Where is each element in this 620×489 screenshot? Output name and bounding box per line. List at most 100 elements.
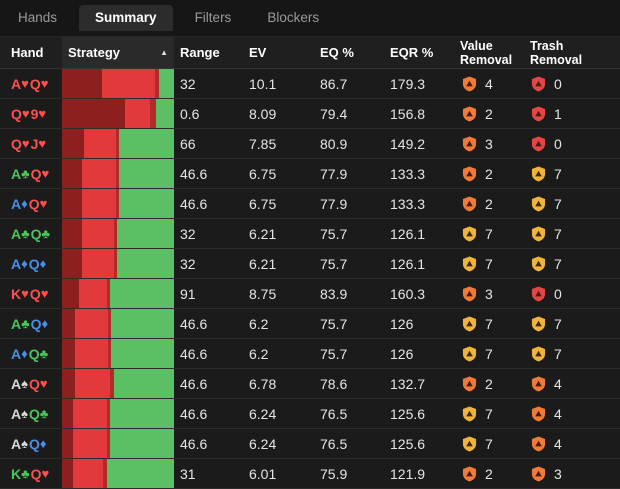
table-row[interactable]: A ♣ Q ♣ 32 6.21 75.7 126.1 7 7 [0,219,620,249]
heart-suit-icon: ♥ [21,286,29,301]
spade-suit-icon: ♠ [21,376,29,391]
shield-icon [531,226,554,242]
hand-cell: A ♦ Q ♥ [11,189,48,218]
table-row[interactable]: A ♠ Q ♣ 46.6 6.24 76.5 125.6 7 4 [0,399,620,429]
card-rank: A [11,405,22,422]
strategy-bar [62,429,174,458]
eq-cell: 75.7 [320,255,348,272]
strategy-bar [62,249,174,278]
trash-removal-cell-value: 0 [554,75,562,92]
diamond-suit-icon: ♦ [39,256,47,271]
shield-icon [531,406,554,422]
heart-suit-icon: ♥ [40,286,49,301]
header-ev[interactable]: EV [249,37,266,68]
table-row[interactable]: A ♦ Q ♣ 46.6 6.2 75.7 126 7 7 [0,339,620,369]
range-cell: 32 [180,255,196,272]
range-cell: 46.6 [180,345,208,362]
hand-cell: A ♣ Q ♣ [11,219,51,248]
sort-ascending-icon: ▲ [160,48,168,57]
table-row[interactable]: A ♥ Q ♥ 32 10.1 86.7 179.3 4 0 [0,69,620,99]
strategy-segment-large-bet [62,99,125,128]
strategy-segment-check [111,309,174,338]
value-removal-cell: 4 [462,69,493,98]
diamond-suit-icon: ♦ [21,196,28,211]
strategy-bar [62,69,174,98]
table-row[interactable]: Q ♥ J ♥ 66 7.85 80.9 149.2 3 0 [0,129,620,159]
value-removal-cell-value: 4 [485,75,493,92]
table-row[interactable]: K ♣ Q ♥ 31 6.01 75.9 121.9 2 3 [0,459,620,489]
trash-removal-cell-value: 0 [554,135,562,152]
header-range[interactable]: Range [180,37,220,68]
card-rank: A [11,165,22,182]
eq-cell: 75.9 [320,465,348,482]
ev-cell: 7.85 [249,135,277,152]
shield-icon [462,286,485,302]
trash-removal-cell-value: 7 [554,345,562,362]
range-cell: 31 [180,465,196,482]
tab-blockers[interactable]: Blockers [253,5,333,31]
ev-cell: 6.24 [249,405,277,422]
header-value-line1: Value [460,38,493,53]
table-row[interactable]: Q ♥ 9 ♥ 0.6 8.09 79.4 156.8 2 1 [0,99,620,129]
table-row[interactable]: A ♣ Q ♦ 46.6 6.2 75.7 126 7 7 [0,309,620,339]
tab-hands[interactable]: Hands [4,5,71,31]
ev-cell: 6.24 [249,435,277,452]
tab-filters[interactable]: Filters [181,5,246,31]
trash-removal-cell-value: 4 [554,405,562,422]
hand-cell: Q ♥ J ♥ [11,129,47,158]
trash-removal-cell: 7 [531,309,562,338]
value-removal-cell-value: 7 [485,255,493,272]
header-value-removal[interactable]: Value Removal [460,37,512,68]
ev-cell: 10.1 [249,75,277,92]
table-row[interactable]: A ♠ Q ♥ 46.6 6.78 78.6 132.7 2 4 [0,369,620,399]
table-row[interactable]: A ♦ Q ♦ 32 6.21 75.7 126.1 7 7 [0,249,620,279]
strategy-bar [62,399,174,428]
shield-icon [462,196,485,212]
tab-summary[interactable]: Summary [79,5,173,31]
strategy-segment-check [111,339,174,368]
trash-removal-cell: 3 [531,459,562,488]
club-suit-icon: ♣ [41,226,51,241]
hand-cell: A ♣ Q ♥ [11,159,50,188]
table-row[interactable]: A ♦ Q ♥ 46.6 6.75 77.9 133.3 2 7 [0,189,620,219]
hand-cell: A ♦ Q ♣ [11,339,49,368]
club-suit-icon: ♣ [21,466,30,481]
value-removal-cell: 7 [462,399,493,428]
eqr-cell: 149.2 [390,135,426,152]
table-row[interactable]: K ♥ Q ♥ 91 8.75 83.9 160.3 3 0 [0,279,620,309]
value-removal-cell: 7 [462,309,493,338]
header-strategy[interactable]: Strategy ▲ [62,37,174,68]
strategy-segment-large-bet [62,279,79,308]
shield-icon [531,436,554,452]
strategy-bar [62,99,174,128]
value-removal-cell: 3 [462,129,493,158]
ev-cell: 8.75 [249,285,277,302]
strategy-segment-check [106,459,174,488]
strategy-segment-large-bet [62,429,74,458]
header-trash-removal[interactable]: Trash Removal [530,37,582,68]
range-cell: 46.6 [180,435,208,452]
header-eqr[interactable]: EQR % [390,37,433,68]
card-rank: A [11,195,22,212]
value-removal-cell: 2 [462,159,493,188]
strategy-segment-check [119,159,174,188]
ev-cell: 8.09 [249,105,277,122]
eq-cell: 80.9 [320,135,348,152]
hand-cell: A ♦ Q ♦ [11,249,47,278]
club-suit-icon: ♣ [39,346,49,361]
shield-icon [531,196,554,212]
spade-suit-icon: ♠ [21,436,29,451]
trash-removal-cell: 7 [531,249,562,278]
trash-removal-cell: 4 [531,369,562,398]
table-row[interactable]: A ♠ Q ♦ 46.6 6.24 76.5 125.6 7 4 [0,429,620,459]
header-strategy-label: Strategy [68,45,121,60]
card-rank: 9 [30,105,39,122]
eqr-cell: 126 [390,315,414,332]
header-hand[interactable]: Hand [11,37,44,68]
header-eq[interactable]: EQ % [320,37,354,68]
strategy-segment-large-bet [62,189,83,218]
ev-cell: 6.21 [249,255,277,272]
eq-cell: 77.9 [320,165,348,182]
table-row[interactable]: A ♣ Q ♥ 46.6 6.75 77.9 133.3 2 7 [0,159,620,189]
card-rank: A [11,435,22,452]
